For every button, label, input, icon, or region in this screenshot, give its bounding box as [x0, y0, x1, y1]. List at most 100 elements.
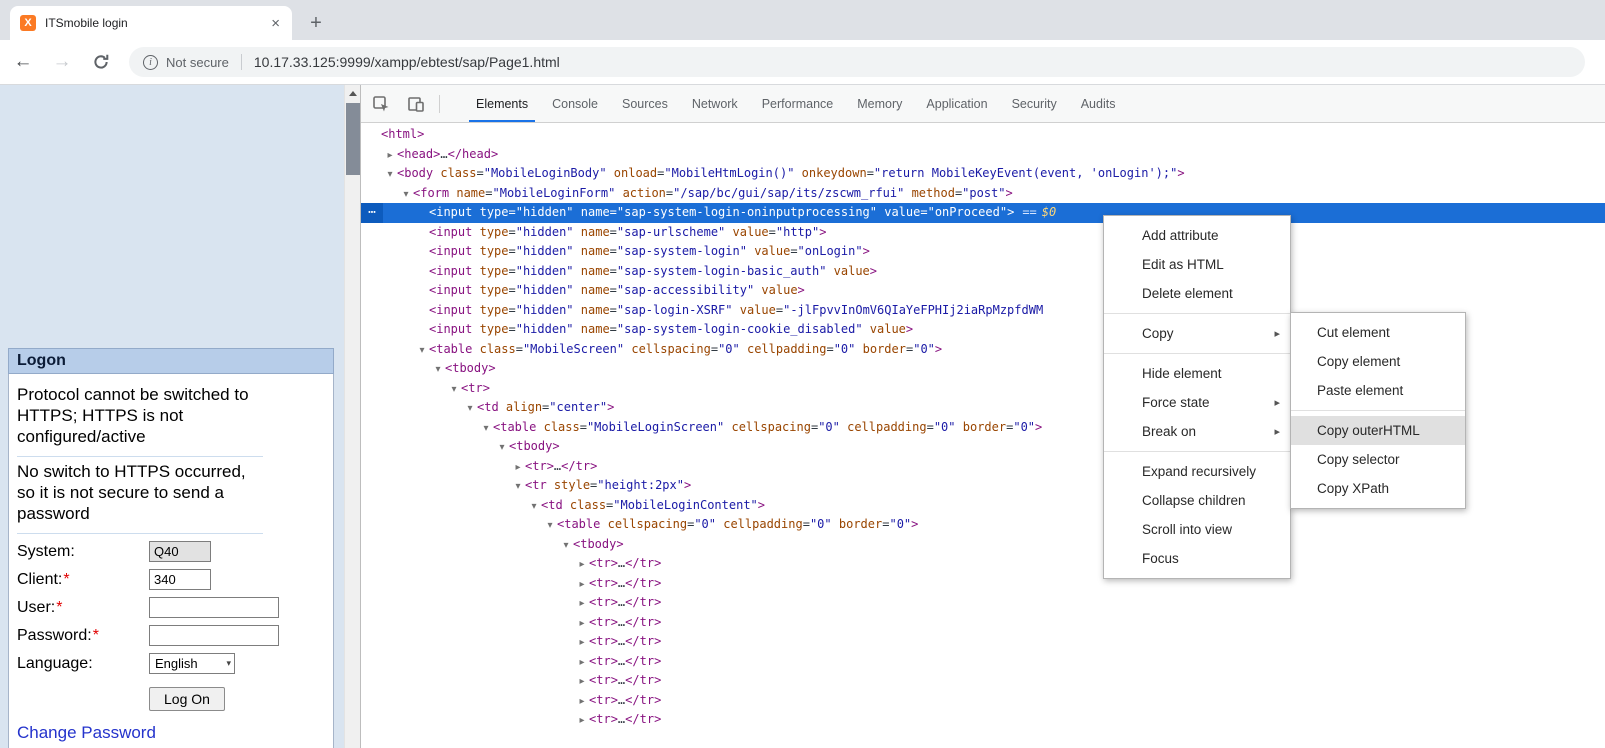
expander-icon[interactable]: ▸ — [575, 575, 589, 595]
devtools-tab-memory[interactable]: Memory — [845, 85, 914, 122]
url-text[interactable]: 10.17.33.125:9999/xampp/ebtest/sap/Page1… — [254, 54, 560, 70]
client-input[interactable] — [149, 569, 211, 590]
device-toolbar-icon[interactable] — [401, 90, 431, 118]
devtools-tab-audits[interactable]: Audits — [1069, 85, 1128, 122]
form-row: Client:* — [17, 569, 325, 590]
dom-tree-node[interactable]: <html> — [361, 125, 1605, 145]
dom-tree-node[interactable]: ▸<tr>…</tr> — [361, 710, 1605, 730]
expander-icon[interactable]: ▸ — [575, 594, 589, 614]
logon-button[interactable]: Log On — [149, 687, 225, 711]
context-menu-item-expand-recursively[interactable]: Expand recursively — [1104, 457, 1290, 486]
dom-tree-node[interactable]: ▾<form name="MobileLoginForm" action="/s… — [361, 184, 1605, 204]
password-input[interactable] — [149, 625, 279, 646]
expander-icon[interactable]: ▾ — [431, 360, 445, 380]
warning-text-1: Protocol cannot be switched to HTTPS; HT… — [17, 380, 263, 457]
required-asterisk: * — [93, 627, 99, 644]
tab-close-icon[interactable]: × — [269, 16, 282, 31]
context-menu-item-delete-element[interactable]: Delete element — [1104, 279, 1290, 308]
expander-icon[interactable]: ▾ — [479, 419, 493, 439]
expander-icon[interactable]: ▾ — [415, 341, 429, 361]
dom-tree-node[interactable]: ▾<tbody> — [361, 535, 1605, 555]
expander-icon[interactable]: ▸ — [575, 692, 589, 712]
copy-submenu-item-copy-element[interactable]: Copy element — [1291, 347, 1465, 376]
expander-icon[interactable]: ▾ — [527, 497, 541, 517]
new-tab-button[interactable]: + — [302, 9, 330, 37]
context-menu-item-break-on[interactable]: Break on▸ — [1104, 417, 1290, 446]
node-menu-dots-icon[interactable]: ⋯ — [361, 203, 383, 223]
expander-icon[interactable]: ▸ — [575, 555, 589, 575]
security-chip-label[interactable]: Not secure — [166, 55, 229, 70]
language-select[interactable]: English▾ — [149, 653, 235, 674]
devtools-tab-security[interactable]: Security — [1000, 85, 1069, 122]
dom-tree-node[interactable]: ▸<tr>…</tr> — [361, 691, 1605, 711]
devtools-tab-network[interactable]: Network — [680, 85, 750, 122]
copy-submenu-item-cut-element[interactable]: Cut element — [1291, 318, 1465, 347]
expander-icon[interactable]: ▾ — [383, 165, 397, 185]
expander-icon[interactable]: ▸ — [383, 146, 397, 166]
dom-tree-node[interactable]: ▸<tr>…</tr> — [361, 593, 1605, 613]
system-input[interactable] — [149, 541, 211, 562]
logon-panel-header: Logon — [8, 348, 334, 374]
expander-icon[interactable]: ▾ — [463, 399, 477, 419]
expander-icon[interactable]: ▾ — [447, 380, 461, 400]
devtools-tab-sources[interactable]: Sources — [610, 85, 680, 122]
dom-tree-node[interactable]: ▸<tr>…</tr> — [361, 632, 1605, 652]
context-menu-item-scroll-into-view[interactable]: Scroll into view — [1104, 515, 1290, 544]
browser-tab[interactable]: X ITSmobile login × — [10, 6, 292, 40]
dom-tree-node-selected[interactable]: ⋯<input type="hidden" name="sap-system-l… — [361, 203, 1605, 223]
dom-tree-node[interactable]: ▸<tr>…</tr> — [361, 554, 1605, 574]
expander-icon[interactable]: ▸ — [575, 711, 589, 731]
context-menu-item-edit-as-html[interactable]: Edit as HTML — [1104, 250, 1290, 279]
copy-submenu-item-copy-xpath[interactable]: Copy XPath — [1291, 474, 1465, 503]
user-input[interactable] — [149, 597, 279, 618]
expander-icon[interactable]: ▸ — [511, 458, 525, 478]
expander-icon[interactable]: ▸ — [575, 633, 589, 653]
expander-icon[interactable]: ▾ — [543, 516, 557, 536]
devtools-tab-performance[interactable]: Performance — [750, 85, 846, 122]
dom-tree-node[interactable]: <input type="hidden" name="sap-accessibi… — [361, 281, 1605, 301]
context-menu-item-force-state[interactable]: Force state▸ — [1104, 388, 1290, 417]
change-password-link[interactable]: Change Password — [17, 723, 325, 743]
scroll-up-icon[interactable] — [345, 85, 360, 101]
context-menu-item-add-attribute[interactable]: Add attribute — [1104, 221, 1290, 250]
reload-button[interactable] — [85, 46, 117, 78]
context-menu: Add attributeEdit as HTMLDelete element C… — [1103, 215, 1291, 579]
dom-tree-node[interactable]: ▾<body class="MobileLoginBody" onload="M… — [361, 164, 1605, 184]
context-menu-item-copy[interactable]: Copy▸ — [1104, 319, 1290, 348]
dom-tree-node[interactable]: ▸<tr>…</tr> — [361, 671, 1605, 691]
dom-tree-node[interactable]: ▸<head>…</head> — [361, 145, 1605, 165]
copy-submenu-item-copy-outerhtml[interactable]: Copy outerHTML — [1291, 416, 1465, 445]
devtools-tab-console[interactable]: Console — [540, 85, 610, 122]
browser-toolbar: ← → i Not secure 10.17.33.125:9999/xampp… — [0, 40, 1605, 85]
dom-tree-node[interactable]: <input type="hidden" name="sap-system-lo… — [361, 262, 1605, 282]
scrollbar-thumb[interactable] — [346, 103, 360, 175]
inspect-icon[interactable] — [366, 90, 396, 118]
context-menu-item-collapse-children[interactable]: Collapse children — [1104, 486, 1290, 515]
dom-tree-node[interactable]: ▾<table cellspacing="0" cellpadding="0" … — [361, 515, 1605, 535]
copy-submenu-item-copy-selector[interactable]: Copy selector — [1291, 445, 1465, 474]
expander-icon[interactable]: ▾ — [511, 477, 525, 497]
devtools-toolbar: ElementsConsoleSourcesNetworkPerformance… — [361, 85, 1605, 123]
expander-icon[interactable]: ▾ — [399, 185, 413, 205]
dom-tree-node[interactable]: ▸<tr>…</tr> — [361, 652, 1605, 672]
page-scrollbar[interactable] — [344, 85, 360, 748]
context-menu-item-hide-element[interactable]: Hide element — [1104, 359, 1290, 388]
copy-submenu-item-paste-element[interactable]: Paste element — [1291, 376, 1465, 405]
context-menu-item-focus[interactable]: Focus — [1104, 544, 1290, 573]
forward-button[interactable]: → — [46, 46, 78, 78]
expander-icon[interactable]: ▸ — [575, 614, 589, 634]
selected-node-dollar0: $0 — [1042, 205, 1056, 219]
address-bar[interactable]: i Not secure 10.17.33.125:9999/xampp/ebt… — [129, 47, 1585, 77]
expander-icon[interactable]: ▾ — [495, 438, 509, 458]
dom-tree-node[interactable]: ▸<tr>…</tr> — [361, 613, 1605, 633]
devtools-tab-application[interactable]: Application — [914, 85, 999, 122]
dom-tree-node[interactable]: <input type="hidden" name="sap-system-lo… — [361, 242, 1605, 262]
expander-icon[interactable]: ▾ — [559, 536, 573, 556]
dom-tree-node[interactable]: ▸<tr>…</tr> — [361, 574, 1605, 594]
expander-icon[interactable]: ▸ — [575, 653, 589, 673]
devtools-tab-elements[interactable]: Elements — [464, 85, 540, 122]
back-button[interactable]: ← — [7, 46, 39, 78]
expander-icon[interactable]: ▸ — [575, 672, 589, 692]
info-icon[interactable]: i — [143, 55, 158, 70]
dom-tree-node[interactable]: <input type="hidden" name="sap-urlscheme… — [361, 223, 1605, 243]
